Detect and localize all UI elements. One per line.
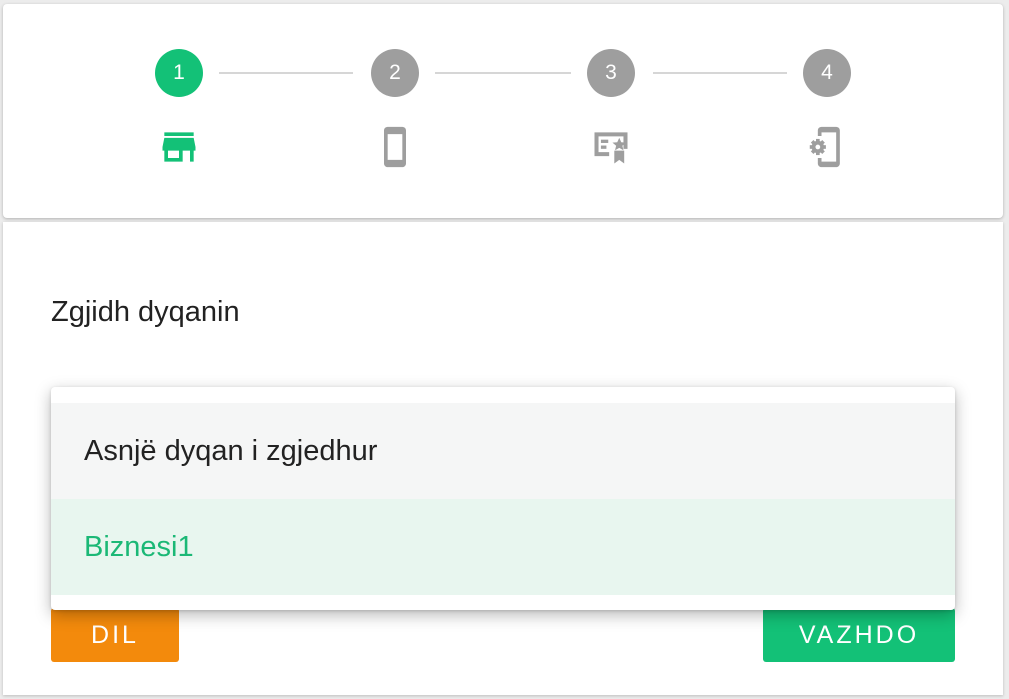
step-4-indicator[interactable]: 4 xyxy=(803,49,851,97)
exit-button[interactable]: DIL xyxy=(51,608,179,662)
step-connector xyxy=(435,72,571,74)
step-2-indicator[interactable]: 2 xyxy=(371,49,419,97)
step-1-indicator[interactable]: 1 xyxy=(155,49,203,97)
step-connector xyxy=(653,72,787,74)
smartphone-icon xyxy=(373,124,417,170)
loyalty-card-icon xyxy=(589,124,633,170)
step-3-indicator[interactable]: 3 xyxy=(587,49,635,97)
dropdown-option-none[interactable]: Asnjë dyqan i zgjedhur xyxy=(51,403,955,499)
page-title: Zgjidh dyqanin xyxy=(51,296,240,328)
store-dropdown-menu: Asnjë dyqan i zgjedhur Biznesi1 xyxy=(51,387,955,610)
dropdown-option-biznesi1[interactable]: Biznesi1 xyxy=(51,499,955,595)
device-settings-icon xyxy=(805,124,849,170)
continue-button[interactable]: VAZHDO xyxy=(763,608,955,662)
step-connector xyxy=(219,72,353,74)
stepper-card xyxy=(3,4,1003,218)
store-icon xyxy=(157,124,201,170)
